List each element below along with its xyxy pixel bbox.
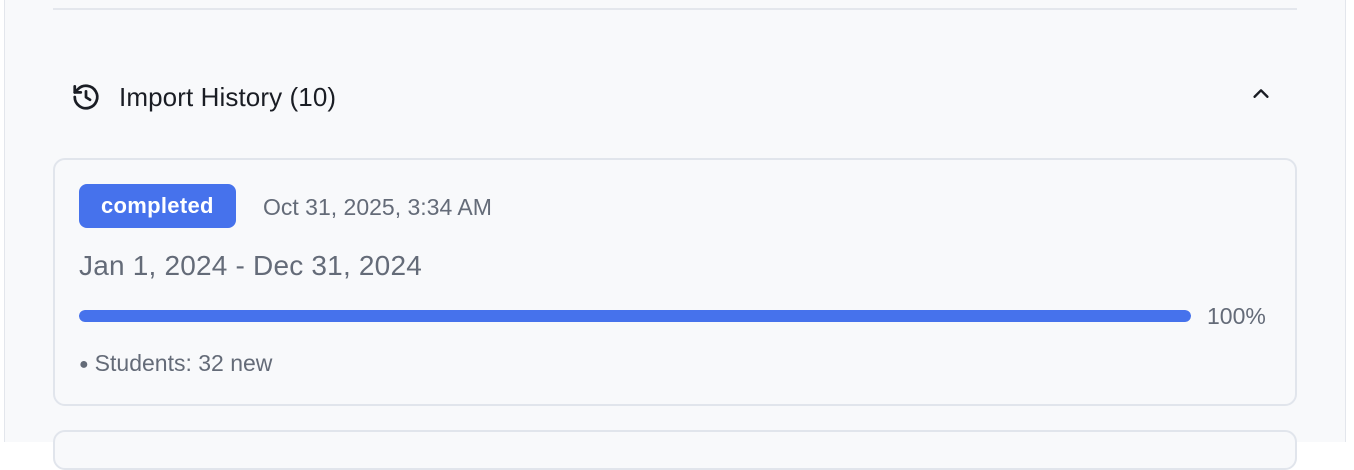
status-badge: completed [79, 184, 236, 228]
progress-fill [79, 310, 1191, 322]
import-panel: Import History (10) completed Oct 31, 20… [4, 0, 1346, 470]
bullet-icon: ● [79, 356, 89, 373]
history-icon [71, 82, 101, 112]
section-title: Import History (10) [119, 82, 337, 112]
divider [53, 8, 1297, 10]
progress-label: 100% [1207, 303, 1266, 329]
stats-text: Students: 32 new [94, 350, 273, 376]
import-card [53, 430, 1297, 470]
chevron-up-icon [1250, 83, 1272, 110]
import-stats: ● Students: 32 new [79, 350, 272, 378]
collapse-button[interactable] [1245, 80, 1277, 112]
import-date-range: Jan 1, 2024 - Dec 31, 2024 [79, 250, 422, 281]
progress-bar [79, 310, 1191, 322]
import-card: completed Oct 31, 2025, 3:34 AM Jan 1, 2… [53, 158, 1297, 406]
import-history-header[interactable]: Import History (10) [53, 72, 1297, 122]
import-timestamp: Oct 31, 2025, 3:34 AM [263, 194, 492, 220]
